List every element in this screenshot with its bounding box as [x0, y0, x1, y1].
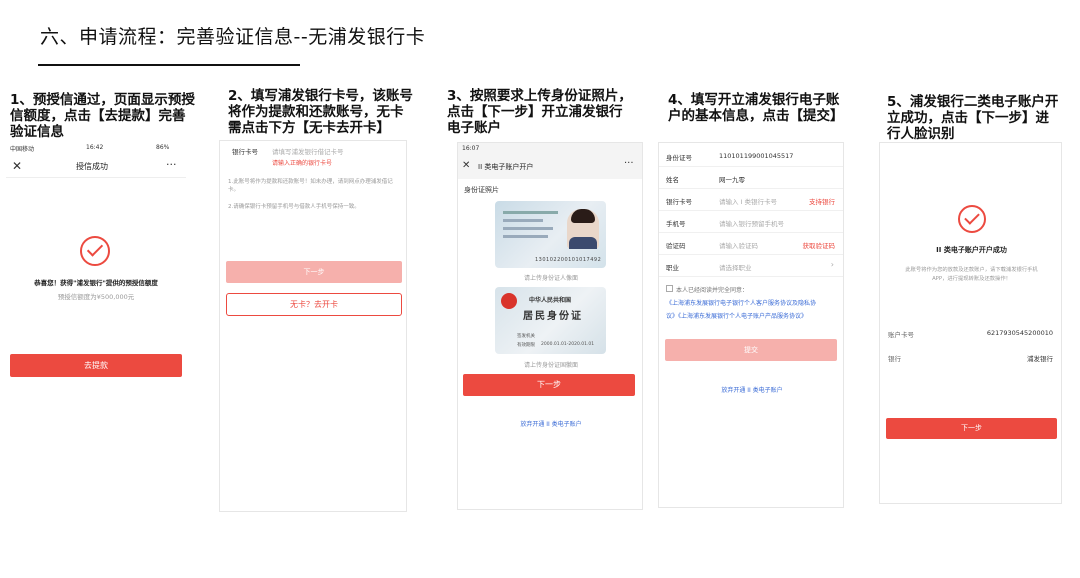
screen-4-phone: 身份证号 110101199001045517 姓名 网一九零 银行卡号 请输入…	[658, 142, 844, 508]
credit-limit-text: 预授信额度为¥500,000元	[57, 293, 135, 301]
success-desc-1: 此账号将作为您的放款及还款账户，请下载浦发银行手机	[905, 267, 1038, 273]
id-card-front-upload[interactable]: 130102200101017492	[495, 201, 606, 268]
step-1-caption: 1、预授信通过，页面显示预授信额度，点击【去提款】完善验证信息	[10, 92, 195, 140]
submit-button[interactable]: 提交	[665, 339, 837, 361]
back-caption: 请上传身份证国徽面	[523, 362, 578, 369]
success-title: II 类电子账户开户成功	[936, 246, 1007, 254]
status-time: 16:42	[86, 144, 104, 151]
success-check-icon	[80, 236, 110, 266]
card-back-line-1: 签发机关	[517, 334, 535, 339]
step-5-caption: 5、浦发银行二类电子账户开立成功，点击【下一步】进行人脸识别	[887, 94, 1059, 142]
agree-text: 本人已经阅读并完全同意：	[676, 287, 749, 294]
get-code-button[interactable]: 获取验证码	[803, 240, 836, 250]
form-row-occupation[interactable]: 职业 请选择职业 ›	[659, 255, 843, 277]
bank-value: 浦发银行	[1027, 355, 1053, 363]
nav-title: II 类电子账户开户	[478, 163, 534, 171]
nav-bar: 16:07 ✕ II 类电子账户开户 ···	[458, 143, 642, 179]
form-row-bank-card: 银行卡号 请输入 I 类银行卡号 支持银行	[659, 189, 843, 211]
status-carrier: 中国移动	[10, 146, 35, 153]
card-back-validity: 2000.01.01-2020.01.01	[541, 342, 595, 347]
next-button[interactable]: 下一步	[463, 374, 635, 396]
agreement-link-2[interactable]: 议》《上海浦东发展银行个人电子账户产品服务协议》	[666, 311, 807, 320]
status-bar: 中国移动 16:42 86%	[6, 142, 186, 154]
close-icon[interactable]: ✕	[462, 160, 470, 171]
id-number-value: 110101199001045517	[719, 152, 794, 160]
front-caption: 请上传身份证人像面	[523, 275, 578, 282]
row-label: 身份证号	[666, 154, 692, 162]
form-row-phone: 手机号 请输入银行预留手机号	[659, 211, 843, 233]
note-2: 2.请确保银行卡预留手机号与借款人手机号保持一致。	[228, 204, 360, 210]
step-2-caption: 2、填写浦发银行卡号，该账号将作为提款和还款账号，无卡需点击下方【无卡去开卡】	[228, 88, 413, 136]
success-desc-2: APP，进行提现转账及还款操作！	[932, 276, 1011, 282]
step-3-caption: 3、按照要求上传身份证照片，点击【下一步】开立浦发银行电子账户	[447, 88, 632, 136]
agree-checkbox[interactable]	[666, 285, 673, 292]
congrats-text: 恭喜您！获得"浦发银行"提供的预授信额度	[34, 279, 158, 287]
screen-2-phone: 银行卡号 请填写浦发银行借记卡号 请输入正确的银行卡号 1.此账号将作为提款和还…	[219, 140, 407, 512]
close-icon[interactable]: ✕	[12, 159, 22, 173]
card-front-number: 130102200101017492	[535, 257, 602, 263]
row-label: 银行卡号	[666, 198, 692, 206]
form-row-id-number: 身份证号 110101199001045517	[659, 145, 843, 167]
status-battery: 86%	[156, 144, 170, 151]
agreement-link-1[interactable]: 《上海浦东发展银行电子银行个人客户服务协议及隐私协	[666, 298, 816, 307]
portrait-photo	[567, 209, 599, 249]
withdraw-button[interactable]: 去提款	[10, 354, 182, 377]
phone-input[interactable]: 请输入银行预留手机号	[719, 218, 784, 228]
card-back-title-2: 居民身份证	[523, 311, 583, 322]
title-underline	[38, 64, 300, 66]
screen-3-phone: 16:07 ✕ II 类电子账户开户 ··· 身份证照片 13010220010…	[457, 142, 643, 510]
abandon-link[interactable]: 放弃开通 II 类电子账户	[659, 385, 843, 394]
step-4-caption: 4、填写开立浦发银行电子账户的基本信息，点击【提交】	[668, 92, 844, 124]
chevron-right-icon: ›	[830, 260, 834, 269]
account-label: 账户卡号	[888, 331, 914, 339]
screen-1-phone: 中国移动 16:42 86% ✕ 授信成功 ··· 恭喜您！获得"浦发银行"提供…	[6, 142, 186, 394]
card-number-label: 银行卡号	[232, 148, 258, 156]
no-card-open-card-button[interactable]: 无卡？去开卡	[226, 293, 402, 316]
row-label: 手机号	[666, 220, 686, 228]
page-title: 六、申请流程：完善验证信息--无浦发银行卡	[40, 26, 426, 48]
row-label: 职业	[666, 264, 679, 272]
card-back-line-2: 有效期限	[517, 343, 535, 348]
form-row-name: 姓名 网一九零	[659, 167, 843, 189]
nav-title: 授信成功	[76, 162, 108, 171]
more-icon[interactable]: ···	[624, 158, 634, 169]
abandon-link[interactable]: 放弃开通 II 类电子账户	[458, 419, 642, 428]
next-button[interactable]: 下一步	[226, 261, 402, 283]
occupation-select[interactable]: 请选择职业	[719, 262, 752, 272]
section-title: 身份证照片	[464, 186, 499, 194]
status-time: 16:07	[462, 145, 480, 152]
id-card-back-upload[interactable]: 中华人民共和国 居民身份证 签发机关 有效期限 2000.01.01-2020.…	[495, 287, 606, 354]
name-value: 网一九零	[719, 176, 745, 184]
account-value: 6217930545200010	[986, 329, 1053, 337]
bank-label: 银行	[888, 355, 901, 363]
card-error-text: 请输入正确的银行卡号	[272, 160, 333, 167]
more-icon[interactable]: ···	[166, 158, 177, 171]
row-label: 姓名	[666, 176, 679, 184]
national-emblem-icon	[501, 293, 517, 309]
supported-banks-link[interactable]: 支持银行	[809, 196, 835, 206]
screen-5-phone: II 类电子账户开户成功 此账号将作为您的放款及还款账户，请下载浦发银行手机 A…	[879, 142, 1062, 504]
card-number-input[interactable]: 请填写浦发银行借记卡号	[272, 146, 344, 156]
nav-bar: ✕ 授信成功 ···	[6, 156, 186, 178]
row-label: 验证码	[666, 242, 686, 250]
next-button[interactable]: 下一步	[886, 418, 1057, 439]
card-back-title-1: 中华人民共和国	[529, 297, 572, 304]
bank-card-input[interactable]: 请输入 I 类银行卡号	[719, 196, 777, 206]
form-row-verify-code: 验证码 请输入验证码 获取验证码	[659, 233, 843, 255]
note-1: 1.此账号将作为提款和还款账号！如未办理，请到网点办理浦发借记卡。	[228, 179, 393, 193]
success-check-icon	[958, 205, 986, 233]
verify-code-input[interactable]: 请输入验证码	[719, 240, 758, 250]
